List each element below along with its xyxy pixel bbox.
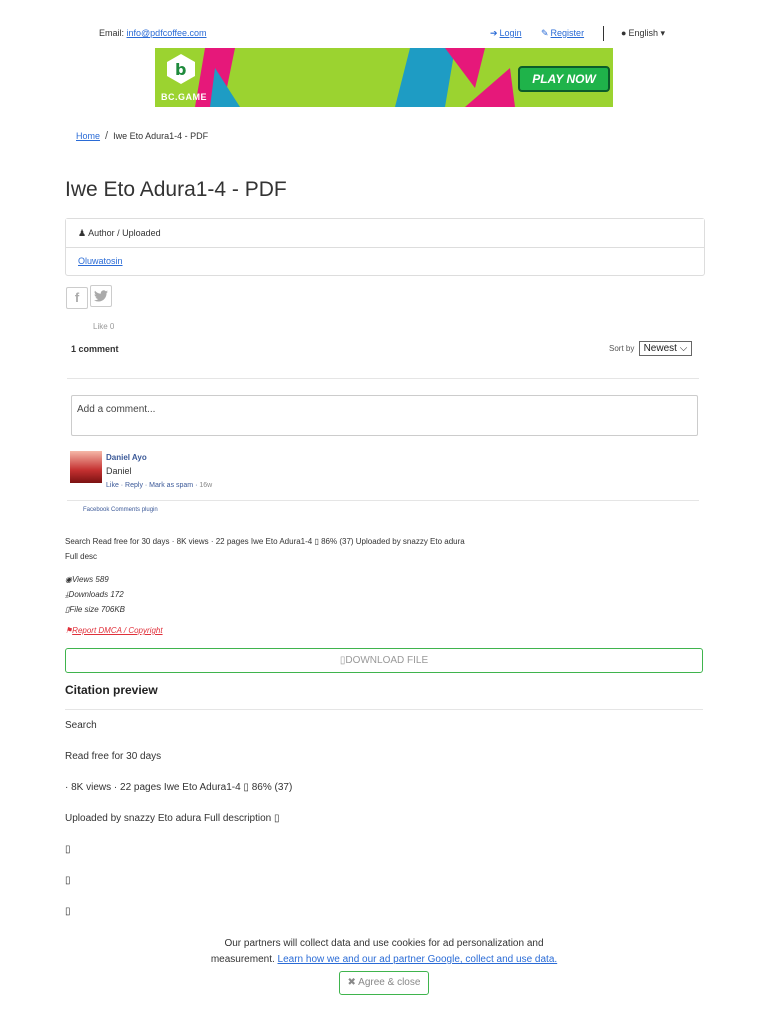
download-button[interactable]: ▯DOWNLOAD FILE <box>65 648 703 673</box>
comment-time: 16w <box>199 482 213 489</box>
sort-value: Newest <box>643 343 677 354</box>
breadcrumb: Home / Iwe Eto Adura1-4 - PDF <box>76 130 208 142</box>
comment-text: Daniel <box>106 466 132 476</box>
close-icon: ✖ <box>347 977 356 988</box>
facebook-share-icon[interactable]: f <box>66 287 88 309</box>
agree-close-button[interactable]: ✖ Agree & close <box>338 971 430 995</box>
email-link[interactable]: info@pdfcoffee.com <box>127 28 207 38</box>
avatar[interactable] <box>70 451 102 483</box>
author-panel: ♟ Author / Uploaded Oluwatosin <box>65 218 705 276</box>
divider <box>67 378 699 379</box>
views-stat: ◉Views 589 <box>65 572 125 587</box>
comments-count: 1 comment <box>71 344 119 354</box>
register-link[interactable]: ✎ Register <box>541 28 584 39</box>
cookie-text: measurement. <box>210 954 275 965</box>
views-value: Views 589 <box>71 575 109 584</box>
description-line: Full desc <box>65 552 98 561</box>
citation-line: Read free for 30 days <box>65 751 162 762</box>
login-label: Login <box>499 28 522 38</box>
email-label: Email: <box>99 28 125 38</box>
eye-icon: ◉ <box>65 575 72 584</box>
breadcrumb-home[interactable]: Home <box>76 131 100 141</box>
author-panel-heading: ♟ Author / Uploaded <box>66 219 704 248</box>
report-link-wrapper: ⚑Report DMCA / Copyright <box>65 626 163 635</box>
file-stats: ◉Views 589 ⤓Downloads 172 ▯File size 706… <box>65 572 125 617</box>
breadcrumb-current: Iwe Eto Adura1-4 - PDF <box>113 131 209 141</box>
like-count[interactable]: Like 0 <box>93 322 114 331</box>
page-title: Iwe Eto Adura1-4 - PDF <box>65 178 287 201</box>
cookie-text: Our partners will collect data and use c… <box>224 938 544 949</box>
citation-title: Citation preview <box>65 683 158 697</box>
divider <box>603 26 604 41</box>
author-link[interactable]: Oluwatosin <box>78 256 123 266</box>
banner-brand: BC.GAME <box>161 92 207 102</box>
twitter-share-icon[interactable] <box>90 285 112 307</box>
play-now-button[interactable]: PLAY NOW <box>518 66 610 92</box>
ad-banner[interactable]: b BC.GAME PLAY NOW <box>155 48 613 107</box>
author-panel-body: Oluwatosin <box>66 248 704 274</box>
downloads-stat: ⤓Downloads 172 <box>65 587 125 602</box>
svg-text:b: b <box>175 60 186 79</box>
bc-game-logo: b <box>167 54 195 84</box>
sort-select[interactable]: Newest ⌵ <box>638 341 693 356</box>
cookie-learn-more-link[interactable]: Learn how we and our ad partner Google, … <box>278 954 558 965</box>
filesize-stat: ▯File size 706KB <box>65 602 125 617</box>
description: Search Read free for 30 days · 8K views … <box>65 534 465 564</box>
downloads-value: Downloads 172 <box>68 590 124 599</box>
top-bar: Email: info@pdfcoffee.com ➔ Login ✎ Regist… <box>0 22 768 44</box>
agree-label: Agree & close <box>358 977 421 988</box>
cookie-text-line2: measurement. Learn how we and our ad par… <box>0 952 768 968</box>
share-buttons: f <box>66 285 114 309</box>
sign-in-icon: ➔ <box>490 28 498 38</box>
citation-line: Uploaded by snazzy Eto adura Full descri… <box>65 813 280 824</box>
language-label: English <box>628 28 658 38</box>
description-line: Search Read free for 30 days · 8K views … <box>65 537 465 546</box>
filesize-value: File size 706KB <box>69 605 125 614</box>
citation-line: ▯ <box>65 875 71 886</box>
edit-icon: ✎ <box>541 28 549 38</box>
comment-actions[interactable]: Like · Reply · Mark as spam · 16w <box>106 482 212 489</box>
comment-action-links[interactable]: Like · Reply · Mark as spam · <box>106 482 199 489</box>
citation-line: ▯ <box>65 906 71 917</box>
email-contact: Email: info@pdfcoffee.com <box>99 28 207 38</box>
language-dropdown[interactable]: ● English ▾ <box>621 28 665 39</box>
comment-input[interactable]: Add a comment... <box>71 395 698 436</box>
sort-label: Sort by <box>609 344 635 353</box>
download-label: DOWNLOAD FILE <box>345 655 429 666</box>
citation-line: ▯ <box>65 844 71 855</box>
sort-control: Sort by Newest ⌵ <box>609 341 693 356</box>
user-icon: ♟ <box>78 228 87 238</box>
divider <box>67 500 699 501</box>
citation-line: Search <box>65 720 97 731</box>
globe-icon: ● <box>621 28 627 38</box>
register-label: Register <box>550 28 585 38</box>
facebook-plugin-link[interactable]: Facebook Comments plugin <box>83 507 158 513</box>
divider <box>65 709 703 710</box>
report-dmca-link[interactable]: Report DMCA / Copyright <box>72 626 162 635</box>
breadcrumb-separator: / <box>105 130 109 142</box>
citation-line: · 8K views · 22 pages Iwe Eto Adura1-4 ▯… <box>65 782 293 793</box>
author-heading-label: Author / Uploaded <box>88 228 161 238</box>
cookie-notice: Our partners will collect data and use c… <box>0 936 768 995</box>
login-link[interactable]: ➔ Login <box>490 28 522 39</box>
comment-author[interactable]: Daniel Ayo <box>106 453 147 462</box>
chevron-down-icon: ⌵ <box>679 343 688 354</box>
